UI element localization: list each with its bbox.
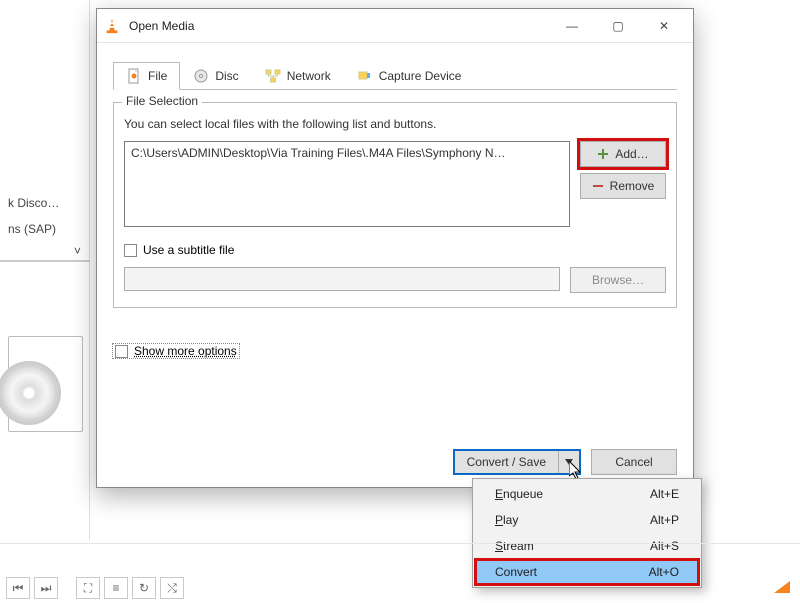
use-subtitle-label: Use a subtitle file [143,243,234,257]
vlc-cone-icon [103,17,121,35]
dropdown-item-shortcut: Alt+E [650,487,679,501]
tab-network-label: Network [287,69,331,83]
playlist-button[interactable]: ≡ [104,577,128,599]
cancel-button[interactable]: Cancel [591,449,677,475]
media-thumbnail[interactable] [8,336,83,432]
tab-capture[interactable]: Capture Device [344,62,475,90]
shuffle-icon: ⤭ [167,581,177,596]
minus-icon [592,180,604,192]
convert-save-label[interactable]: Convert / Save [455,451,559,473]
remove-button[interactable]: Remove [580,173,666,199]
tab-strip: File Disc Network Capture Device [113,61,677,90]
tab-file-label: File [148,69,167,83]
tab-disc-label: Disc [215,69,238,83]
use-subtitle-checkbox[interactable] [124,244,137,257]
next-button[interactable]: ⏭ [34,577,58,599]
bg-left-panel: k Disco… ns (SAP) ˅ [0,0,90,540]
dialog-title: Open Media [129,19,194,33]
fullscreen-button[interactable]: ⛶ [76,577,100,599]
list-icon: ≡ [112,581,119,595]
network-icon [265,68,281,84]
dropdown-item-shortcut: Alt+P [650,513,679,527]
browse-button: Browse… [570,267,666,293]
prev-button[interactable]: ⏮ [6,577,30,599]
bg-left-label-1: k Disco… [8,196,59,210]
browse-button-label: Browse… [592,273,644,287]
dialog-footer: Convert / Save Cancel [453,449,677,475]
close-button[interactable]: ✕ [641,11,687,41]
file-list-item[interactable]: C:\Users\ADMIN\Desktop\Via Training File… [131,146,563,160]
chevron-down-icon [565,459,573,465]
show-more-options[interactable]: Show more options [113,344,239,358]
dropdown-item-label: Enqueue [495,487,543,501]
bg-left-label-2: ns (SAP) [8,222,56,236]
skip-back-icon: ⏮ [13,581,24,596]
show-more-label: Show more options [134,344,237,358]
subtitle-path-input [124,267,560,291]
dropdown-item-enqueue[interactable]: Enqueue Alt+E [475,481,699,507]
convert-save-button[interactable]: Convert / Save [453,449,581,475]
splitter[interactable] [0,260,90,262]
file-icon [126,68,142,84]
skip-forward-icon: ⏭ [41,581,52,596]
plus-icon [597,148,609,160]
file-selection-group: File Selection You can select local file… [113,102,677,308]
remove-button-label: Remove [610,179,655,193]
show-more-checkbox[interactable] [115,345,128,358]
cancel-button-label: Cancel [615,455,652,469]
loop-icon: ↻ [139,581,149,595]
file-selection-desc: You can select local files with the foll… [124,117,666,131]
capture-icon [357,68,373,84]
tab-network[interactable]: Network [252,62,344,90]
open-media-dialog: Open Media — ▢ ✕ File Disc Network Captu… [96,8,694,488]
volume-icon[interactable] [774,581,790,593]
tab-capture-label: Capture Device [379,69,462,83]
minimize-button[interactable]: — [549,11,595,41]
disc-icon [193,68,209,84]
media-toolbar: ⏮ ⏭ ⛶ ≡ ↻ ⤭ [6,577,184,599]
add-button[interactable]: Add… [580,141,666,167]
dropdown-item-label: Play [495,513,518,527]
chevron-down-icon[interactable]: ˅ [74,244,81,258]
file-list[interactable]: C:\Users\ADMIN\Desktop\Via Training File… [124,141,570,227]
tab-disc[interactable]: Disc [180,62,251,90]
loop-button[interactable]: ↻ [132,577,156,599]
window-controls: — ▢ ✕ [549,11,687,41]
titlebar[interactable]: Open Media — ▢ ✕ [97,9,693,43]
add-button-label: Add… [615,147,648,161]
tab-file[interactable]: File [113,62,180,90]
fullscreen-icon: ⛶ [84,581,92,596]
convert-save-dropdown-arrow[interactable] [559,451,579,473]
maximize-button[interactable]: ▢ [595,11,641,41]
file-selection-legend: File Selection [122,94,202,108]
dropdown-item-play[interactable]: Play Alt+P [475,507,699,533]
disc-icon [0,361,61,425]
shuffle-button[interactable]: ⤭ [160,577,184,599]
toolbar-separator [0,543,800,573]
